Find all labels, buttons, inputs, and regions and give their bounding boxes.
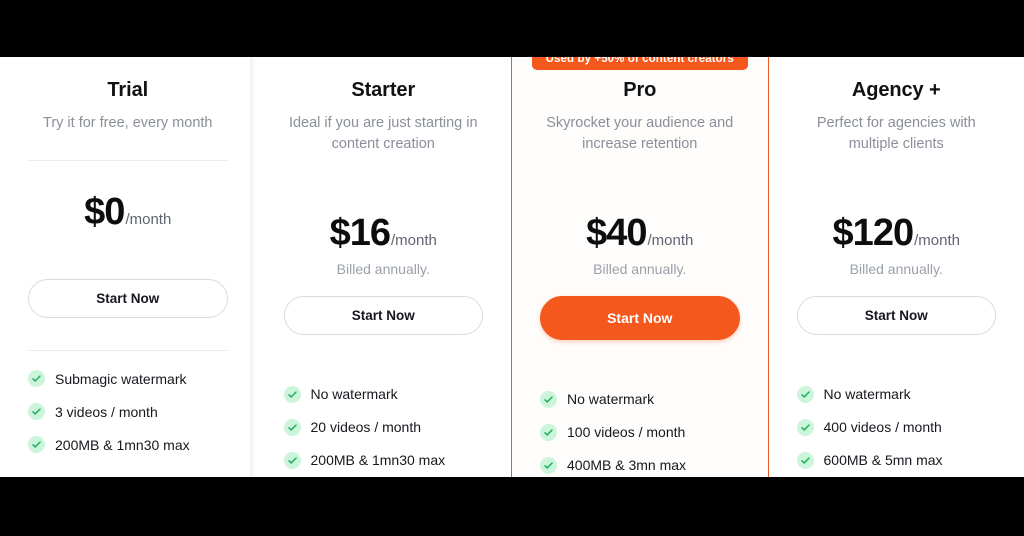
- start-now-button[interactable]: Start Now: [283, 295, 483, 335]
- price-row: $40/month: [586, 212, 693, 255]
- list-item: No watermark: [283, 385, 484, 403]
- plan-name: Pro: [623, 79, 657, 101]
- check-icon: [28, 370, 45, 388]
- popular-badge: Used by +50% of content creators: [531, 57, 748, 71]
- list-item: No watermark: [796, 385, 997, 403]
- plan-description: Perfect for agencies with multiple clien…: [816, 115, 976, 153]
- billing-note: Billed annually.: [593, 260, 687, 277]
- price-block: $0/month: [84, 191, 171, 257]
- divider: [28, 160, 228, 162]
- price-amount: $16: [329, 211, 391, 254]
- list-item: 200MB & 1mn30 max: [28, 436, 228, 454]
- list-item: 200MB & 1mn30 max: [283, 451, 484, 469]
- pricing-card: Trial Try it for free, every month $0/mont…: [0, 57, 256, 477]
- price-block: $120/month Billed annually.: [833, 212, 960, 277]
- check-icon: [283, 385, 301, 403]
- feature-label: 200MB & 1mn30 max: [55, 436, 190, 453]
- price-block: $40/month Billed annually.: [586, 212, 693, 277]
- price-amount: $120: [832, 211, 915, 254]
- feature-label: No watermark: [567, 391, 655, 408]
- feature-label: 600MB & 5mn max: [823, 452, 943, 469]
- plan-name: Agency +: [851, 79, 941, 101]
- feature-label: 200MB & 1mn30 max: [310, 452, 446, 469]
- price-period: /month: [647, 231, 694, 249]
- screenshot-viewport: Trial Try it for free, every month $0/mont…: [0, 0, 1024, 536]
- feature-label: 3 videos / month: [55, 403, 158, 420]
- price-period: /month: [914, 231, 960, 249]
- list-item: 100 videos / month: [540, 423, 740, 441]
- start-now-button[interactable]: Start Now: [28, 279, 228, 319]
- plan-description: Ideal if you are just starting in conten…: [288, 115, 478, 153]
- check-icon: [796, 385, 814, 403]
- price-period: /month: [391, 231, 437, 249]
- price-amount: $0: [84, 191, 125, 234]
- billing-note: Billed annually.: [336, 260, 430, 277]
- list-item: 20 videos / month: [283, 418, 484, 436]
- price-row: $16/month: [330, 212, 437, 255]
- start-now-button[interactable]: Start Now: [796, 295, 996, 335]
- check-icon: [28, 436, 45, 454]
- start-now-button[interactable]: Start Now: [540, 295, 740, 340]
- feature-label: 400MB & 3mn max: [567, 457, 687, 474]
- plan-name: Trial: [107, 79, 149, 101]
- check-icon: [540, 456, 557, 474]
- feature-label: No watermark: [823, 386, 911, 403]
- popular-badge-wrap: Used by +50% of content creators: [512, 57, 768, 71]
- list-item: No watermark: [540, 390, 740, 408]
- feature-label: 400 videos / month: [823, 419, 942, 436]
- billing-note: Billed annually.: [849, 260, 943, 277]
- check-icon: [796, 418, 814, 436]
- feature-list: No watermark 400 videos / month 600MB & 5m…: [796, 367, 997, 477]
- price-row: $0/month: [84, 191, 171, 234]
- pricing-page: Trial Try it for free, every month $0/mont…: [0, 57, 1024, 477]
- list-item: 600MB & 5mn max: [796, 451, 997, 469]
- pricing-card: Used by +50% of content creators Pro Skyro…: [511, 57, 769, 477]
- feature-label: Submagic watermark: [55, 370, 187, 387]
- price-period: /month: [125, 211, 172, 229]
- feature-list: No watermark 100 videos / month 400MB & 3m…: [540, 372, 740, 477]
- billing-note: [84, 240, 171, 257]
- check-icon: [283, 418, 301, 436]
- feature-list: No watermark 20 videos / month 200MB & 1mn…: [283, 367, 484, 477]
- plan-description: Skyrocket your audience and increase ret…: [546, 115, 734, 153]
- list-item: 400 videos / month: [796, 418, 997, 436]
- feature-label: 100 videos / month: [567, 424, 686, 441]
- check-icon: [283, 451, 301, 469]
- plan-description: Try it for free, every month: [43, 115, 213, 131]
- price-amount: $40: [586, 211, 647, 254]
- pricing-plan-grid: Trial Try it for free, every month $0/mont…: [0, 57, 1024, 477]
- list-item: 3 videos / month: [28, 403, 228, 421]
- check-icon: [28, 403, 45, 421]
- list-item: 400MB & 3mn max: [540, 456, 740, 474]
- plan-name: Starter: [351, 79, 416, 101]
- check-icon: [540, 423, 557, 441]
- feature-label: 20 videos / month: [310, 419, 422, 436]
- feature-label: No watermark: [310, 386, 398, 403]
- feature-list: Submagic watermark 3 videos / month 200MB …: [28, 351, 228, 469]
- pricing-card: Starter Ideal if you are just starting in…: [249, 57, 511, 477]
- check-icon: [540, 390, 557, 408]
- list-item: Submagic watermark: [28, 370, 228, 388]
- pricing-card: Agency + Perfect for agencies with multip…: [768, 57, 1024, 477]
- check-icon: [796, 451, 814, 469]
- price-block: $16/month Billed annually.: [330, 212, 437, 277]
- price-row: $120/month: [833, 212, 960, 255]
